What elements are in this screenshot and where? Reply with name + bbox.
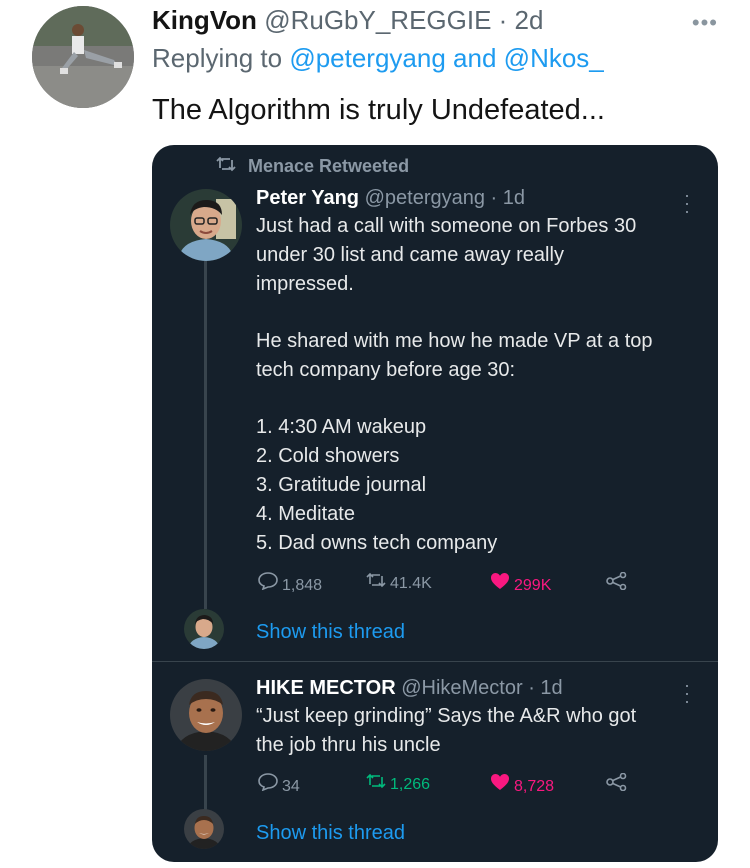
show-thread-link[interactable]: Show this thread — [256, 820, 405, 846]
hike-mector-avatar[interactable] — [170, 679, 242, 751]
author-name[interactable]: KingVon — [152, 5, 257, 35]
heart-icon — [490, 572, 514, 597]
mention-link[interactable]: @Nkos_ — [504, 43, 604, 73]
mention-link[interactable]: @petergyang — [289, 43, 446, 73]
retweeted-label[interactable]: Menace Retweeted — [248, 156, 409, 176]
outer-header: KingVon @RuGbY_REGGIE · 2d — [152, 4, 543, 36]
tweet-line: 3. Gratitude journal — [256, 474, 427, 496]
reply-count: 1,848 — [282, 577, 323, 594]
hike-mector-small-avatar[interactable] — [184, 809, 224, 849]
like-count: 299K — [514, 577, 552, 594]
like-count: 8,728 — [514, 778, 555, 795]
author-name[interactable]: Peter Yang — [256, 187, 359, 209]
tweet-line: impressed. — [256, 273, 354, 295]
author-handle[interactable]: @petergyang — [365, 187, 485, 209]
reply-button[interactable]: 1,848 — [258, 572, 322, 597]
tweet-line: the job thru his uncle — [256, 734, 441, 756]
tweet-line: “Just keep grinding” Says the A&R who go… — [256, 705, 637, 727]
replying-to-line: Replying to @petergyang and @Nkos_ — [152, 42, 604, 74]
tweet2-header: HIKE MECTOR @HikeMector · 1d — [256, 675, 563, 701]
author-handle[interactable]: @RuGbY_REGGIE — [264, 5, 491, 35]
retweet-count: 41.4K — [390, 575, 432, 592]
separator-dot: · — [484, 187, 503, 209]
tweet-time[interactable]: 1d — [540, 677, 562, 699]
share-button[interactable] — [606, 772, 630, 798]
retweet-button[interactable]: 41.4K — [366, 572, 432, 595]
tweet-line: tech company before age 30: — [256, 359, 516, 381]
divider — [152, 661, 718, 662]
retweet-button[interactable]: 1,266 — [366, 773, 430, 796]
reply-count: 34 — [282, 778, 300, 795]
show-thread-link[interactable]: Show this thread — [256, 619, 405, 645]
tweet-text: The Algorithm is truly Undefeated... — [152, 94, 605, 126]
tweet-line: 4. Meditate — [256, 503, 355, 525]
peter-yang-small-avatar[interactable] — [184, 609, 224, 649]
share-icon — [606, 571, 630, 597]
quoted-thread-card[interactable]: Menace Retweeted Peter Yang @petergyang … — [152, 145, 718, 862]
author-handle[interactable]: @HikeMector — [401, 677, 522, 699]
separator-dot: · — [522, 677, 541, 699]
like-button[interactable]: 299K — [490, 572, 551, 597]
tweet2-text: “Just keep grinding” Says the A&R who go… — [256, 702, 704, 760]
like-button[interactable]: 8,728 — [490, 773, 554, 798]
tweet-time[interactable]: 2d — [515, 5, 544, 35]
tweet-line: Just had a call with someone on Forbes 3… — [256, 215, 637, 237]
heart-icon — [490, 773, 514, 798]
tweet-line: 1. 4:30 AM wakeup — [256, 416, 427, 438]
tweet-line: 5. Dad owns tech company — [256, 532, 498, 554]
author-name[interactable]: HIKE MECTOR — [256, 677, 396, 699]
tweet1-header: Peter Yang @petergyang · 1d — [256, 185, 525, 211]
tweet1-text: Just had a call with someone on Forbes 3… — [256, 212, 704, 558]
thread-connector — [204, 257, 207, 609]
tweet-line: He shared with me how he made VP at a to… — [256, 330, 653, 352]
retweet-icon — [366, 572, 390, 595]
tweet-line: 2. Cold showers — [256, 445, 400, 467]
retweeted-by-line: Menace Retweeted — [216, 155, 409, 177]
tweet-time[interactable]: 1d — [503, 187, 525, 209]
retweet-count: 1,266 — [390, 776, 431, 793]
share-icon — [606, 772, 630, 798]
retweet-icon — [216, 155, 238, 177]
share-button[interactable] — [606, 571, 630, 597]
tweet-line: under 30 list and came away really — [256, 244, 564, 266]
peter-yang-avatar[interactable] — [170, 189, 242, 261]
separator-dot: · — [491, 5, 515, 35]
reply-bubble-icon — [258, 773, 282, 798]
thread-connector — [204, 755, 207, 811]
reply-bubble-icon — [258, 572, 282, 597]
reply-button[interactable]: 34 — [258, 773, 300, 798]
more-horizontal-icon[interactable]: ••• — [692, 10, 718, 36]
mention-and[interactable]: and — [453, 43, 496, 73]
replying-prefix: Replying to — [152, 43, 283, 73]
retweet-icon — [366, 773, 390, 796]
outer-avatar[interactable] — [32, 6, 134, 108]
